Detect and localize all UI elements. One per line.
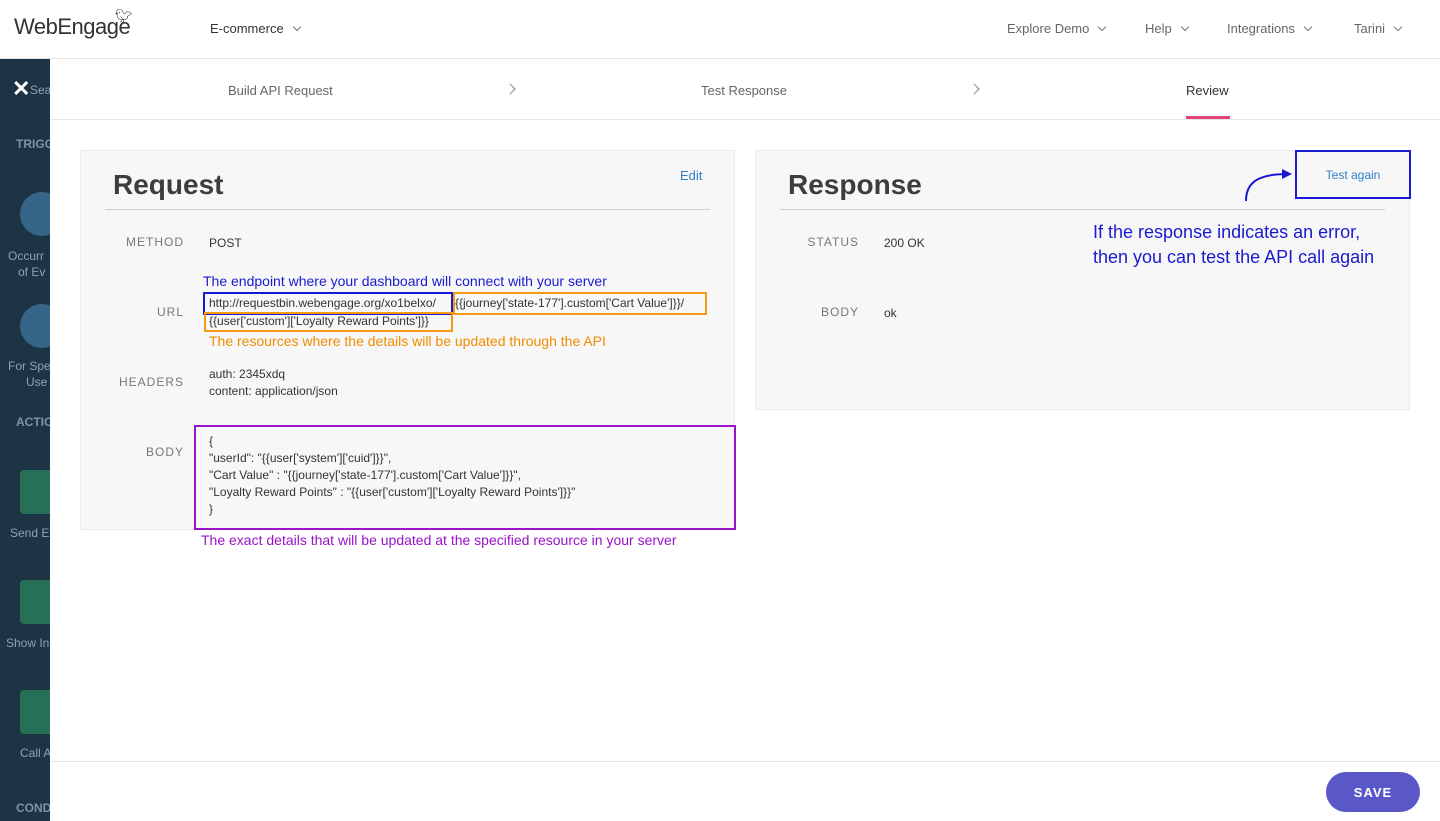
active-step-indicator bbox=[1186, 116, 1230, 119]
sidebar-search[interactable]: Sea bbox=[30, 83, 50, 97]
star-icon[interactable] bbox=[20, 192, 50, 236]
response-divider bbox=[780, 209, 1385, 210]
nav-explore-demo[interactable]: Explore Demo bbox=[1007, 21, 1107, 36]
nav-integrations[interactable]: Integrations bbox=[1227, 21, 1313, 36]
sidebar-item-show-inapp[interactable]: Show In bbox=[6, 636, 49, 650]
annotation-error: If the response indicates an error, then… bbox=[1093, 220, 1374, 270]
email-icon[interactable] bbox=[20, 470, 50, 514]
sidebar-item-call-api[interactable]: Call A bbox=[20, 746, 50, 760]
method-value: POST bbox=[209, 236, 242, 250]
step-test-response[interactable]: Test Response bbox=[701, 83, 787, 98]
url-base-value: http://requestbin.webengage.org/xo1belxo… bbox=[209, 296, 436, 310]
chevron-down-icon bbox=[1303, 22, 1313, 32]
sidebar-heading-conditions: COND bbox=[16, 801, 50, 815]
user-name: Tarini bbox=[1354, 21, 1386, 36]
chevron-down-icon bbox=[1393, 22, 1403, 32]
url-resource-part2: {{user['custom']['Loyalty Reward Points'… bbox=[209, 314, 429, 328]
response-body-value: ok bbox=[884, 306, 897, 320]
sidebar-item-specific-users-line2: Use bbox=[26, 375, 48, 389]
body-line: "userId": "{{user['system']['cuid']}}", bbox=[209, 451, 392, 465]
edit-link[interactable]: Edit bbox=[680, 168, 702, 183]
webengage-logo[interactable]: WebEngage 🐦︎ bbox=[14, 8, 133, 40]
body-line: } bbox=[209, 502, 214, 516]
save-button[interactable]: SAVE bbox=[1326, 772, 1420, 812]
chevron-down-icon bbox=[1098, 22, 1107, 32]
logo-text: WebEngage bbox=[14, 14, 131, 39]
request-divider bbox=[105, 209, 710, 210]
nav-label: Help bbox=[1145, 21, 1172, 36]
sidebar-heading-actions: ACTIO bbox=[16, 415, 50, 429]
headers-label: HEADERS bbox=[118, 375, 184, 389]
journey-sidebar: Sea TRIGG Occurr of Ev For Spe Use ACTIO… bbox=[0, 59, 50, 821]
wizard-steps: Build API Request Test Response Review bbox=[50, 59, 1440, 120]
test-again-label: Test again bbox=[1325, 167, 1381, 182]
sidebar-heading-triggers: TRIGG bbox=[16, 137, 50, 151]
body-line: { bbox=[209, 434, 214, 448]
annotation-error-line2: then you can test the API call again bbox=[1093, 247, 1375, 267]
status-label: STATUS bbox=[807, 235, 859, 249]
chevron-down-icon bbox=[1180, 22, 1189, 32]
annotation-error-line1: If the response indicates an error, bbox=[1093, 222, 1361, 242]
top-navbar: WebEngage 🐦︎ E-commerce Explore Demo Hel… bbox=[0, 0, 1440, 59]
footer-bar bbox=[50, 761, 1440, 821]
body-line: "Cart Value" : "{{journey['state-177'].c… bbox=[209, 468, 521, 482]
api-icon[interactable] bbox=[20, 690, 50, 734]
step-build-api-request[interactable]: Build API Request bbox=[228, 83, 333, 98]
project-selector[interactable]: E-commerce bbox=[210, 21, 301, 36]
chevron-right-icon bbox=[968, 83, 980, 95]
nav-label: Integrations bbox=[1227, 21, 1295, 36]
url-resource-part1: {{journey['state-177'].custom['Cart Valu… bbox=[455, 296, 685, 310]
response-title: Response bbox=[788, 169, 922, 200]
nav-label: Explore Demo bbox=[1007, 21, 1090, 36]
arrow-annotation-icon bbox=[1245, 169, 1292, 202]
close-icon[interactable]: ✕ bbox=[12, 78, 30, 100]
project-name: E-commerce bbox=[210, 21, 284, 36]
calendar-icon[interactable] bbox=[20, 304, 50, 348]
body-label: BODY bbox=[145, 445, 184, 459]
test-again-button[interactable]: Test again bbox=[1295, 150, 1411, 199]
header-auth: auth: 2345xdq bbox=[209, 367, 286, 381]
bird-icon: 🐦︎ bbox=[115, 8, 133, 24]
header-content-type: content: application/json bbox=[209, 384, 338, 398]
nav-user-menu[interactable]: Tarini bbox=[1354, 21, 1403, 36]
sidebar-item-send-email[interactable]: Send E bbox=[10, 526, 49, 540]
request-title: Request bbox=[113, 169, 224, 200]
annotation-details: The exact details that will be updated a… bbox=[201, 532, 677, 548]
method-label: METHOD bbox=[126, 235, 184, 249]
sidebar-item-occurrence-line2: of Ev bbox=[18, 265, 46, 279]
chevron-down-icon bbox=[292, 22, 301, 32]
nav-help[interactable]: Help bbox=[1145, 21, 1189, 36]
annotation-resources: The resources where the details will be … bbox=[209, 333, 606, 349]
step-review[interactable]: Review bbox=[1186, 83, 1229, 98]
status-value: 200 OK bbox=[884, 236, 925, 250]
chevron-right-icon bbox=[504, 83, 516, 95]
response-body-label: BODY bbox=[820, 305, 859, 319]
sidebar-item-specific-users[interactable]: For Spe bbox=[8, 359, 50, 373]
annotation-endpoint: The endpoint where your dashboard will c… bbox=[203, 273, 607, 289]
body-line: "Loyalty Reward Points" : "{{user['custo… bbox=[209, 485, 576, 499]
sidebar-item-occurrence[interactable]: Occurr bbox=[8, 249, 44, 263]
url-label: URL bbox=[156, 305, 184, 319]
in-app-icon[interactable] bbox=[20, 580, 50, 624]
